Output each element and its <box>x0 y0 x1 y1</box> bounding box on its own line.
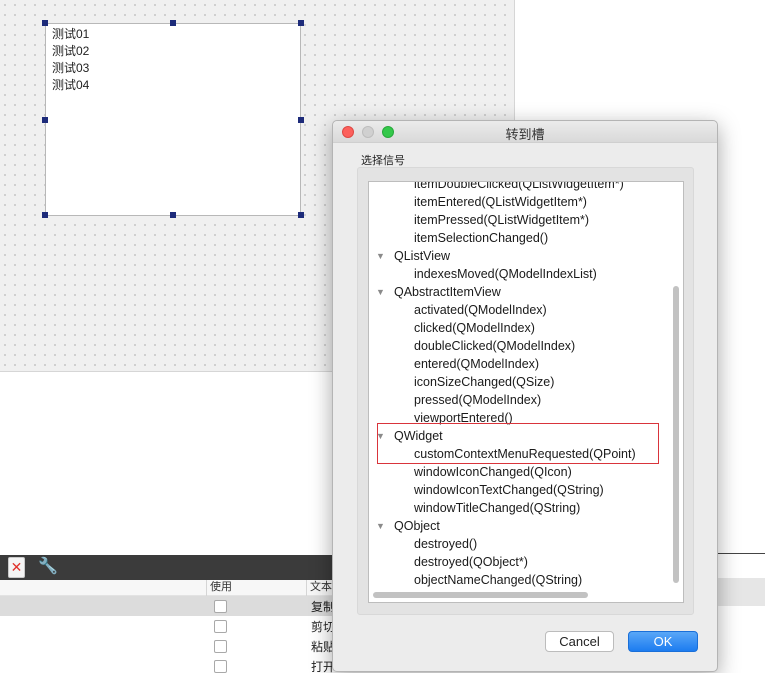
tree-signal-row[interactable]: clicked(QModelIndex) <box>369 319 669 337</box>
column-header-used[interactable]: 使用 <box>206 580 306 596</box>
used-checkbox[interactable] <box>214 600 227 613</box>
action-table-header: 使用 文本 <box>0 580 340 596</box>
tree-signal-row[interactable]: doubleClicked(QModelIndex) <box>369 337 669 355</box>
table-row[interactable]: 打开 <box>0 656 340 673</box>
wrench-glyph: 🔧 <box>38 558 58 575</box>
dialog-titlebar[interactable]: 转到槽 <box>333 121 717 143</box>
dialog-title: 转到槽 <box>505 127 545 142</box>
ok-button[interactable]: OK <box>628 631 698 652</box>
tree-signal-row[interactable]: windowIconTextChanged(QString) <box>369 481 669 499</box>
signal-label: activated(QModelIndex) <box>414 303 547 317</box>
tree-signal-row[interactable]: itemDoubleClicked(QListWidgetItem*) <box>369 181 669 193</box>
signal-label: clicked(QModelIndex) <box>414 321 535 335</box>
tree-signal-row[interactable]: pressed(QModelIndex) <box>369 391 669 409</box>
cancel-button[interactable]: Cancel <box>545 631 614 652</box>
expand-arrow-icon[interactable]: ▼ <box>376 517 385 535</box>
used-checkbox[interactable] <box>214 620 227 633</box>
signal-label: iconSizeChanged(QSize) <box>414 375 555 389</box>
signal-label: itemDoubleClicked(QListWidgetItem*) <box>414 181 624 191</box>
resize-handle[interactable] <box>298 212 304 218</box>
class-name-label: QAbstractItemView <box>394 285 501 299</box>
signal-label: objectNameChanged(QString) <box>414 573 583 587</box>
expand-arrow-icon[interactable]: ▼ <box>376 247 385 265</box>
list-widget-item[interactable]: 测试02 <box>52 43 89 60</box>
class-name-label: QListView <box>394 249 451 263</box>
signal-label: indexesMoved(QModelIndexList) <box>414 267 597 281</box>
tree-signal-row[interactable]: activated(QModelIndex) <box>369 301 669 319</box>
tree-signal-row[interactable]: itemSelectionChanged() <box>369 229 669 247</box>
list-widget-item[interactable]: 测试04 <box>52 77 89 94</box>
signal-label: doubleClicked(QModelIndex) <box>414 339 576 353</box>
signal-label: pressed(QModelIndex) <box>414 393 542 407</box>
tree-class-row[interactable]: ▼ QObject <box>369 517 669 535</box>
tree-signal-row[interactable]: itemPressed(QListWidgetItem*) <box>369 211 669 229</box>
horizontal-scrollbar-thumb[interactable] <box>373 592 588 598</box>
signal-tree[interactable]: itemDoubleClicked(QListWidgetItem*) itemE… <box>368 181 684 603</box>
signal-label: windowTitleChanged(QString) <box>414 501 581 515</box>
wrench-icon[interactable]: 🔧▼ <box>38 557 64 590</box>
tree-class-row[interactable]: ▼ QAbstractItemView <box>369 283 669 301</box>
group-label: 选择信号 <box>361 155 405 167</box>
list-widget-item[interactable]: 测试01 <box>52 26 89 43</box>
resize-handle[interactable] <box>298 20 304 26</box>
resize-handle[interactable] <box>42 20 48 26</box>
signal-label: destroyed(QObject*) <box>414 555 528 569</box>
list-widget-item[interactable]: 测试03 <box>52 60 89 77</box>
used-checkbox[interactable] <box>214 640 227 653</box>
tree-signal-row[interactable]: windowTitleChanged(QString) <box>369 499 669 517</box>
tree-signal-row[interactable]: destroyed(QObject*) <box>369 553 669 571</box>
horizontal-scrollbar[interactable] <box>369 588 669 602</box>
signal-label: destroyed() <box>414 537 478 551</box>
signal-label: itemPressed(QListWidgetItem*) <box>414 213 590 227</box>
table-row[interactable]: 剪切 <box>0 616 340 636</box>
tree-signal-row[interactable]: indexesMoved(QModelIndexList) <box>369 265 669 283</box>
signal-label: entered(QModelIndex) <box>414 357 540 371</box>
resize-handle[interactable] <box>170 212 176 218</box>
tree-signal-row[interactable]: iconSizeChanged(QSize) <box>369 373 669 391</box>
resize-handle[interactable] <box>170 20 176 26</box>
list-widget[interactable]: 测试01 测试02 测试03 测试04 <box>45 23 301 216</box>
table-row[interactable]: 复制 <box>0 596 340 616</box>
vertical-scrollbar-thumb[interactable] <box>673 286 679 583</box>
class-name-label: QObject <box>394 519 440 533</box>
tree-signal-row[interactable]: itemEntered(QListWidgetItem*) <box>369 193 669 211</box>
used-checkbox[interactable] <box>214 660 227 673</box>
action-editor-toolbar: ✕ 🔧▼ <box>0 555 340 590</box>
selected-row-tail <box>717 578 765 606</box>
delete-action-icon[interactable]: ✕ <box>8 557 25 578</box>
signal-label: itemEntered(QListWidgetItem*) <box>414 195 587 209</box>
signal-label: windowIconChanged(QIcon) <box>414 465 572 479</box>
resize-handle[interactable] <box>298 117 304 123</box>
tree-signal-row[interactable]: objectNameChanged(QString) <box>369 571 669 589</box>
go-to-slot-dialog: 转到槽 选择信号 itemDoubleClicked(QListWidgetIt… <box>332 120 718 672</box>
vertical-scrollbar[interactable] <box>669 182 683 602</box>
tree-signal-row[interactable]: entered(QModelIndex) <box>369 355 669 373</box>
tree-signal-row[interactable]: destroyed() <box>369 535 669 553</box>
signal-label: windowIconTextChanged(QString) <box>414 483 604 497</box>
tree-signal-row[interactable]: windowIconChanged(QIcon) <box>369 463 669 481</box>
expand-arrow-icon[interactable]: ▼ <box>376 283 385 301</box>
table-row[interactable]: 粘贴 <box>0 636 340 656</box>
divider <box>717 553 765 555</box>
resize-handle[interactable] <box>42 117 48 123</box>
signal-label: itemSelectionChanged() <box>414 231 549 245</box>
tree-class-row[interactable]: ▼ QListView <box>369 247 669 265</box>
resize-handle[interactable] <box>42 212 48 218</box>
highlight-box <box>377 423 659 464</box>
